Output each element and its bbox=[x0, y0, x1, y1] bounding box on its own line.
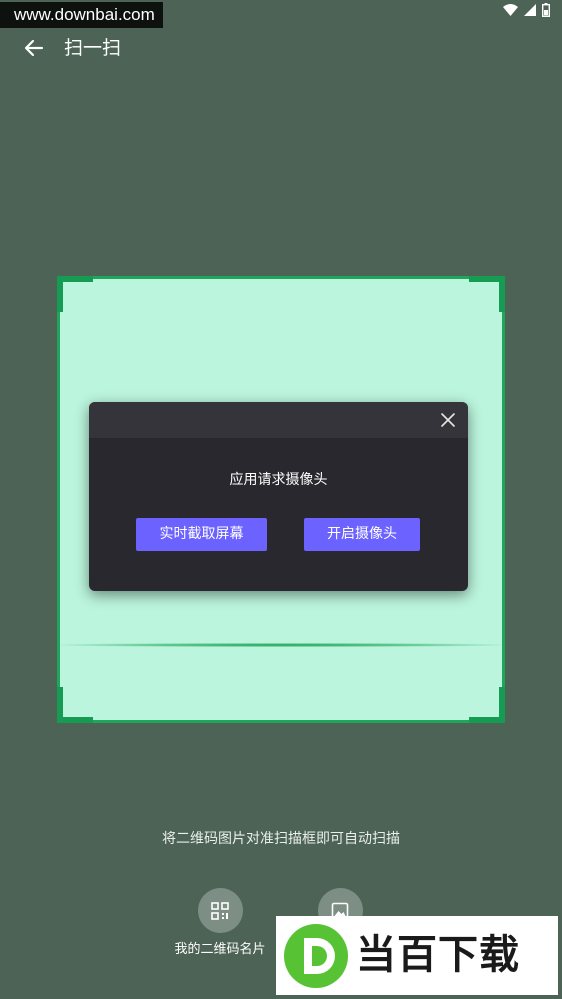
logo-d-mark bbox=[284, 923, 348, 988]
scan-corner-bottom-left bbox=[57, 687, 93, 723]
top-app-bar: 扫一扫 bbox=[0, 28, 562, 68]
close-icon[interactable] bbox=[438, 410, 458, 430]
dialog-message: 应用请求摄像头 bbox=[229, 472, 328, 488]
my-qr-circle bbox=[197, 888, 243, 933]
scan-hint: 将二维码图片对准扫描框即可自动扫描 bbox=[162, 831, 400, 847]
open-camera-button[interactable]: 开启摄像头 bbox=[304, 518, 420, 551]
qr-code-icon bbox=[211, 901, 229, 920]
scan-corner-top-left bbox=[57, 276, 93, 312]
capture-screen-button[interactable]: 实时截取屏幕 bbox=[136, 518, 267, 551]
camera-permission-dialog: 应用请求摄像头 实时截取屏幕 开启摄像头 bbox=[89, 402, 468, 591]
logo-letter-d bbox=[304, 937, 335, 974]
arrow-left-icon[interactable] bbox=[22, 36, 46, 60]
scan-corner-bottom-right bbox=[469, 687, 505, 723]
site-logo: 当百下载 bbox=[276, 916, 558, 995]
signal-icon bbox=[524, 4, 536, 16]
my-qr-card-button[interactable]: 我的二维码名片 bbox=[172, 888, 268, 959]
dialog-header bbox=[89, 402, 468, 438]
scan-line bbox=[60, 643, 502, 647]
wifi-icon bbox=[503, 4, 518, 16]
watermark: www.downbai.com bbox=[0, 2, 163, 28]
my-qr-label: 我的二维码名片 bbox=[174, 942, 266, 957]
status-bar-icons bbox=[503, 3, 550, 17]
battery-icon bbox=[542, 3, 550, 17]
scan-corner-top-right bbox=[469, 276, 505, 312]
page-title: 扫一扫 bbox=[64, 37, 122, 59]
logo-text: 当百下载 bbox=[356, 932, 520, 978]
